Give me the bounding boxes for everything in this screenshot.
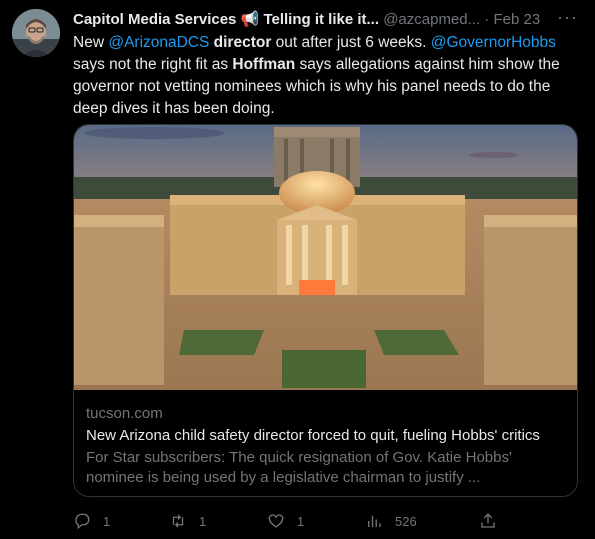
share-icon bbox=[481, 513, 495, 528]
avatar-image bbox=[12, 9, 60, 57]
more-horizontal-icon[interactable]: ··· bbox=[557, 7, 578, 27]
card-title[interactable]: New Arizona child safety director forced… bbox=[86, 426, 571, 446]
separator-dot: · bbox=[484, 11, 490, 28]
tweet-date[interactable]: Feb 23 bbox=[493, 11, 540, 28]
views-icon bbox=[368, 515, 381, 527]
tweet-text-part: says not the right fit as bbox=[73, 56, 233, 73]
user-handle[interactable]: @azcapmed... bbox=[383, 11, 480, 28]
megaphone-icon: 📢 bbox=[240, 11, 260, 28]
like-button[interactable]: 1 bbox=[267, 510, 304, 532]
display-name-suffix[interactable]: Telling it like it... bbox=[263, 11, 379, 28]
tweet-text-bold: director bbox=[209, 34, 272, 51]
tweet-text-bold: Hoffman bbox=[232, 56, 296, 73]
link-card[interactable]: tucson.com New Arizona child safety dire… bbox=[73, 124, 578, 497]
like-icon bbox=[268, 514, 284, 528]
tweet-header: Capitol Media Services 📢 Telling it like… bbox=[73, 7, 578, 30]
mention-governorhobbs[interactable]: @GovernorHobbs bbox=[431, 34, 556, 51]
tweet-text-part: New bbox=[73, 34, 109, 51]
views-count: 526 bbox=[395, 513, 417, 529]
retweet-count: 1 bbox=[199, 513, 207, 529]
like-count: 1 bbox=[297, 513, 305, 529]
reply-icon bbox=[75, 513, 90, 530]
reply-count: 1 bbox=[103, 513, 111, 529]
card-image[interactable] bbox=[74, 125, 578, 390]
reply-button[interactable]: 1 bbox=[73, 510, 110, 532]
display-name[interactable]: Capitol Media Services bbox=[73, 11, 236, 28]
tweet-text: New @ArizonaDCS director out after just … bbox=[73, 32, 573, 120]
retweet-button[interactable]: 1 bbox=[169, 510, 206, 532]
views-button[interactable]: 526 bbox=[365, 510, 417, 532]
retweet-icon bbox=[172, 514, 184, 528]
mention-arizonadcs[interactable]: @ArizonaDCS bbox=[108, 34, 209, 51]
tweet[interactable]: Capitol Media Services 📢 Telling it like… bbox=[0, 0, 595, 539]
card-domain[interactable]: tucson.com bbox=[86, 404, 163, 424]
avatar[interactable] bbox=[12, 9, 60, 57]
card-description: For Star subscribers: The quick resignat… bbox=[86, 449, 512, 486]
action-bar: 1 1 1 526 bbox=[73, 510, 503, 534]
tweet-text-part: out after just 6 weeks. bbox=[271, 34, 431, 51]
share-button[interactable] bbox=[479, 510, 509, 532]
